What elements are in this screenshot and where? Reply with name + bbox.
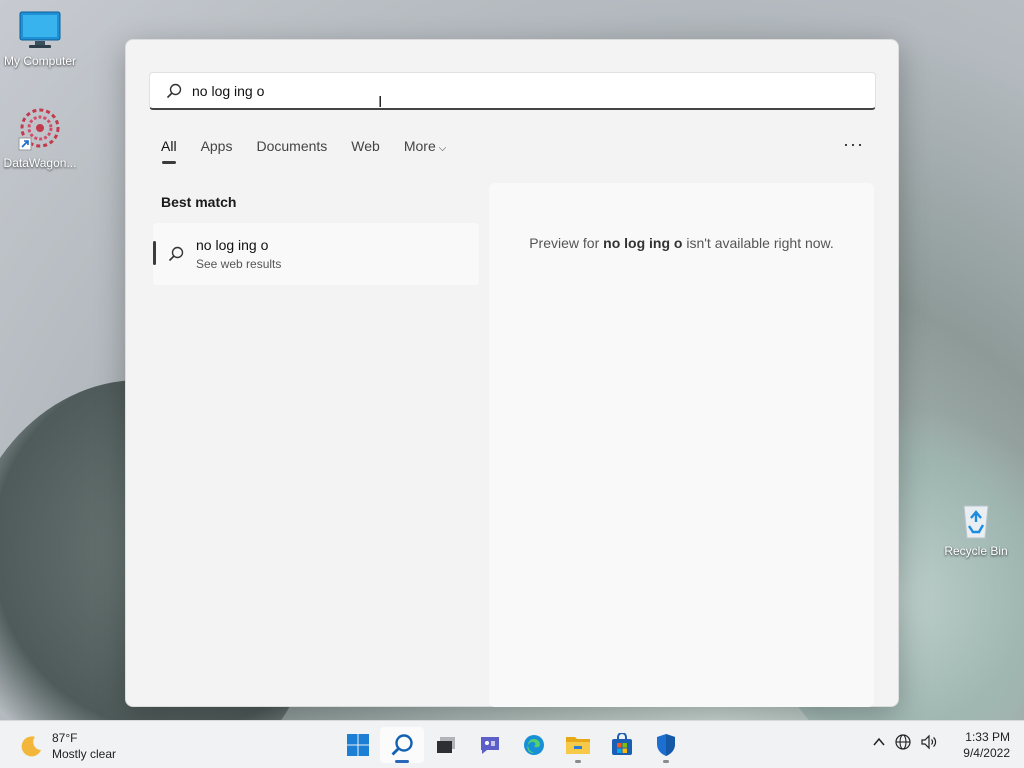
text-cursor-icon: Ι	[378, 94, 383, 111]
preview-message: Preview for no log ing o isn't available…	[489, 235, 874, 251]
desktop-icon-datawagon[interactable]: DataWagon...	[0, 106, 80, 170]
search-icon	[168, 246, 184, 262]
search-filter-tabs: All Apps Documents Web More ⌵	[161, 138, 470, 164]
running-indicator	[663, 760, 669, 763]
chevron-up-icon[interactable]	[872, 735, 886, 749]
edge-icon	[524, 735, 544, 755]
more-options-button[interactable]: ···	[843, 134, 864, 155]
desktop-icon-label: My Computer	[3, 54, 77, 68]
tab-more-label: More	[403, 138, 436, 154]
start-icon	[347, 734, 369, 756]
tab-apps[interactable]: Apps	[201, 138, 233, 154]
desktop-icon-my-computer[interactable]: My Computer	[0, 10, 80, 68]
task-view-icon	[437, 737, 455, 753]
preview-pane: Preview for no log ing o isn't available…	[489, 183, 874, 707]
file-explorer-button[interactable]	[556, 727, 600, 763]
start-button[interactable]	[336, 727, 380, 763]
best-match-result[interactable]: no log ing o See web results	[153, 223, 479, 285]
search-input[interactable]	[192, 82, 852, 99]
search-icon	[391, 734, 413, 756]
monitor-icon	[19, 11, 61, 48]
security-button[interactable]	[644, 727, 688, 763]
result-subtitle: See web results	[196, 257, 282, 271]
preview-suffix: isn't available right now.	[682, 235, 834, 251]
result-title: no log ing o	[196, 237, 269, 253]
desktop-icon-label: Recycle Bin	[944, 544, 1008, 558]
tab-more[interactable]: More ⌵	[404, 138, 447, 154]
running-indicator	[575, 760, 581, 763]
volume-icon[interactable]	[920, 733, 938, 751]
preview-query: no log ing o	[603, 235, 683, 251]
search-box[interactable]	[149, 72, 876, 110]
taskbar-search-button[interactable]	[380, 727, 424, 763]
active-indicator	[395, 760, 409, 763]
chevron-down-icon: ⌵	[438, 143, 447, 154]
chat-button[interactable]	[468, 727, 512, 763]
store-icon	[612, 733, 632, 755]
best-match-heading: Best match	[161, 194, 237, 210]
taskbar: 87°F Mostly clear 1:33 PM 9/4/2022	[0, 720, 1024, 768]
datawagon-logo-icon	[18, 108, 60, 151]
system-tray	[872, 733, 938, 751]
weather-temp: 87°F	[52, 731, 78, 745]
clock[interactable]: 1:33 PM 9/4/2022	[950, 729, 1010, 761]
search-icon	[166, 83, 182, 98]
clock-time: 1:33 PM	[965, 730, 1010, 744]
preview-prefix: Preview for	[529, 235, 604, 251]
network-globe-icon[interactable]	[894, 733, 912, 751]
security-icon	[657, 734, 675, 756]
tab-all[interactable]: All	[161, 138, 177, 164]
desktop-icon-label: DataWagon...	[3, 156, 77, 170]
moon-icon	[21, 736, 41, 757]
edge-button[interactable]	[512, 727, 556, 763]
recycle-bin-icon	[963, 505, 989, 539]
selection-indicator	[153, 241, 156, 265]
taskbar-apps	[336, 727, 688, 763]
weather-widget[interactable]: 87°F Mostly clear	[20, 730, 116, 762]
task-view-button[interactable]	[424, 727, 468, 763]
tab-documents[interactable]: Documents	[256, 138, 327, 154]
clock-date: 9/4/2022	[963, 746, 1010, 760]
search-panel: Ι All Apps Documents Web More⌵ ··· Best …	[125, 39, 899, 707]
weather-condition: Mostly clear	[52, 747, 117, 761]
desktop-icon-recycle-bin[interactable]: Recycle Bin	[936, 500, 1016, 558]
store-button[interactable]	[600, 727, 644, 763]
teams-chat-icon	[481, 737, 499, 754]
file-explorer-icon	[566, 737, 590, 754]
tab-web[interactable]: Web	[351, 138, 380, 154]
